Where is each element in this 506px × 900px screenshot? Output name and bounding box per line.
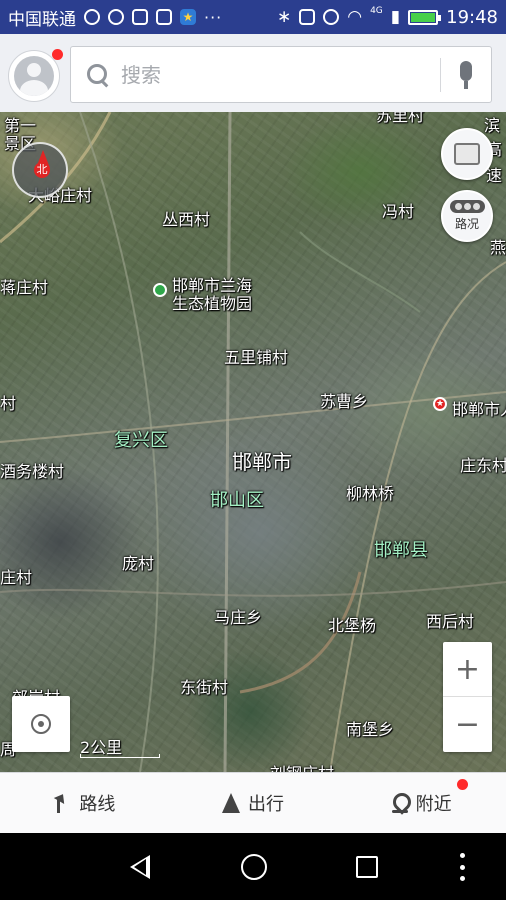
wifi-icon: ◠ [347, 7, 363, 27]
navigation-arrow-icon [222, 793, 240, 813]
map-label: 苏曹乡 [320, 392, 369, 411]
wechat-icon [108, 9, 124, 25]
map-label: 庄东村 [460, 456, 506, 475]
notification-dot [457, 779, 469, 790]
home-icon[interactable] [241, 854, 267, 880]
battery-icon [408, 9, 442, 25]
map-label: 燕 [490, 238, 506, 257]
map-label: 生态植物园 [172, 294, 253, 313]
map-view[interactable]: 第一 景区 大峪庄村 苏里村 丛西村 冯村 燕 蒋庄村 邯郸市兰海 生态植物园 … [0, 112, 506, 772]
road-network [0, 112, 506, 772]
map-label: 酒务楼村 [0, 462, 65, 481]
back-icon[interactable] [130, 855, 150, 879]
crosshair-icon [31, 714, 51, 734]
map-label: 庄村 [0, 568, 33, 587]
location-pin-icon [391, 793, 408, 813]
poi-marker-icon[interactable]: ★ [433, 397, 447, 411]
carrier-label: 中国联通 [8, 9, 76, 30]
app-icon [132, 9, 148, 25]
location-icon [84, 9, 100, 25]
map-label: 南堡乡 [346, 720, 395, 739]
network-type: 4G [370, 6, 383, 16]
star-app-icon: ★ [180, 9, 196, 25]
bottom-toolbar: 路线 出行 附近 [0, 772, 506, 833]
zoom-in-button[interactable]: + [443, 642, 492, 697]
clock: 19:48 [446, 6, 498, 28]
map-scale: 2公里 [80, 734, 162, 758]
nearby-label: 附近 [415, 794, 452, 815]
city-label: 邯郸市 [232, 450, 292, 474]
notification-dot [52, 49, 63, 60]
nearby-button[interactable]: 附近 [337, 773, 506, 833]
alarm-icon [323, 9, 340, 25]
more-options-icon[interactable] [460, 853, 466, 881]
district-label: 邯山区 [210, 490, 264, 511]
traffic-button[interactable]: 路况 [441, 190, 493, 242]
search-box[interactable] [70, 46, 492, 103]
traffic-icon [449, 200, 485, 213]
bluetooth-icon: ∗ [276, 7, 292, 27]
user-avatar-button[interactable] [8, 49, 63, 102]
map-label: 北堡杨 [328, 616, 377, 635]
map-label: 西后村 [426, 612, 475, 631]
go-button[interactable]: 出行 [169, 773, 338, 833]
route-button[interactable]: 路线 [0, 773, 169, 833]
locate-me-button[interactable] [12, 696, 70, 752]
compass-north-label: 北 [34, 162, 50, 178]
map-label: 冯村 [382, 202, 415, 221]
go-label: 出行 [248, 794, 284, 815]
traffic-label: 路况 [454, 217, 479, 231]
signal-icon: ▮ [390, 7, 401, 27]
route-icon [53, 793, 71, 813]
map-label: 邯郸市人 [452, 400, 506, 419]
scale-bar [80, 754, 160, 758]
search-header [0, 34, 506, 112]
map-label: 柳林桥 [346, 484, 395, 503]
map-label: 村 [0, 394, 17, 413]
map-label: 东街村 [180, 678, 229, 697]
microphone-icon[interactable] [441, 46, 491, 103]
map-label: 苏里村 [376, 112, 425, 125]
compass-button[interactable]: 北 [12, 142, 68, 198]
map-label: 马庄乡 [214, 608, 263, 627]
zoom-control: + − [443, 642, 492, 752]
vibrate-icon [299, 9, 316, 25]
recent-apps-icon[interactable] [356, 856, 378, 878]
map-layers-button[interactable] [441, 128, 493, 180]
layers-icon [454, 143, 480, 165]
map-label: 五里铺村 [224, 348, 289, 367]
district-label: 邯郸县 [374, 540, 428, 561]
route-label: 路线 [79, 794, 116, 815]
map-label: 庞村 [122, 554, 155, 573]
map-label: 蒋庄村 [0, 278, 49, 297]
zoom-out-button[interactable]: − [443, 697, 492, 752]
district-label: 复兴区 [114, 430, 168, 451]
search-input[interactable] [121, 62, 421, 87]
app-icon [156, 9, 172, 25]
system-nav-bar [0, 833, 506, 900]
map-label: 丛西村 [162, 210, 211, 229]
map-label: 刘钢庄村 [270, 760, 334, 772]
map-label: 滨 [484, 116, 501, 135]
user-avatar-icon [14, 56, 54, 96]
search-icon [87, 63, 109, 86]
more-dots-icon: ··· [204, 7, 223, 27]
botanical-garden-poi-icon[interactable] [153, 283, 167, 297]
status-bar: 中国联通 ★ ··· ∗ ◠ 4G ▮ 19:48 [0, 0, 506, 34]
